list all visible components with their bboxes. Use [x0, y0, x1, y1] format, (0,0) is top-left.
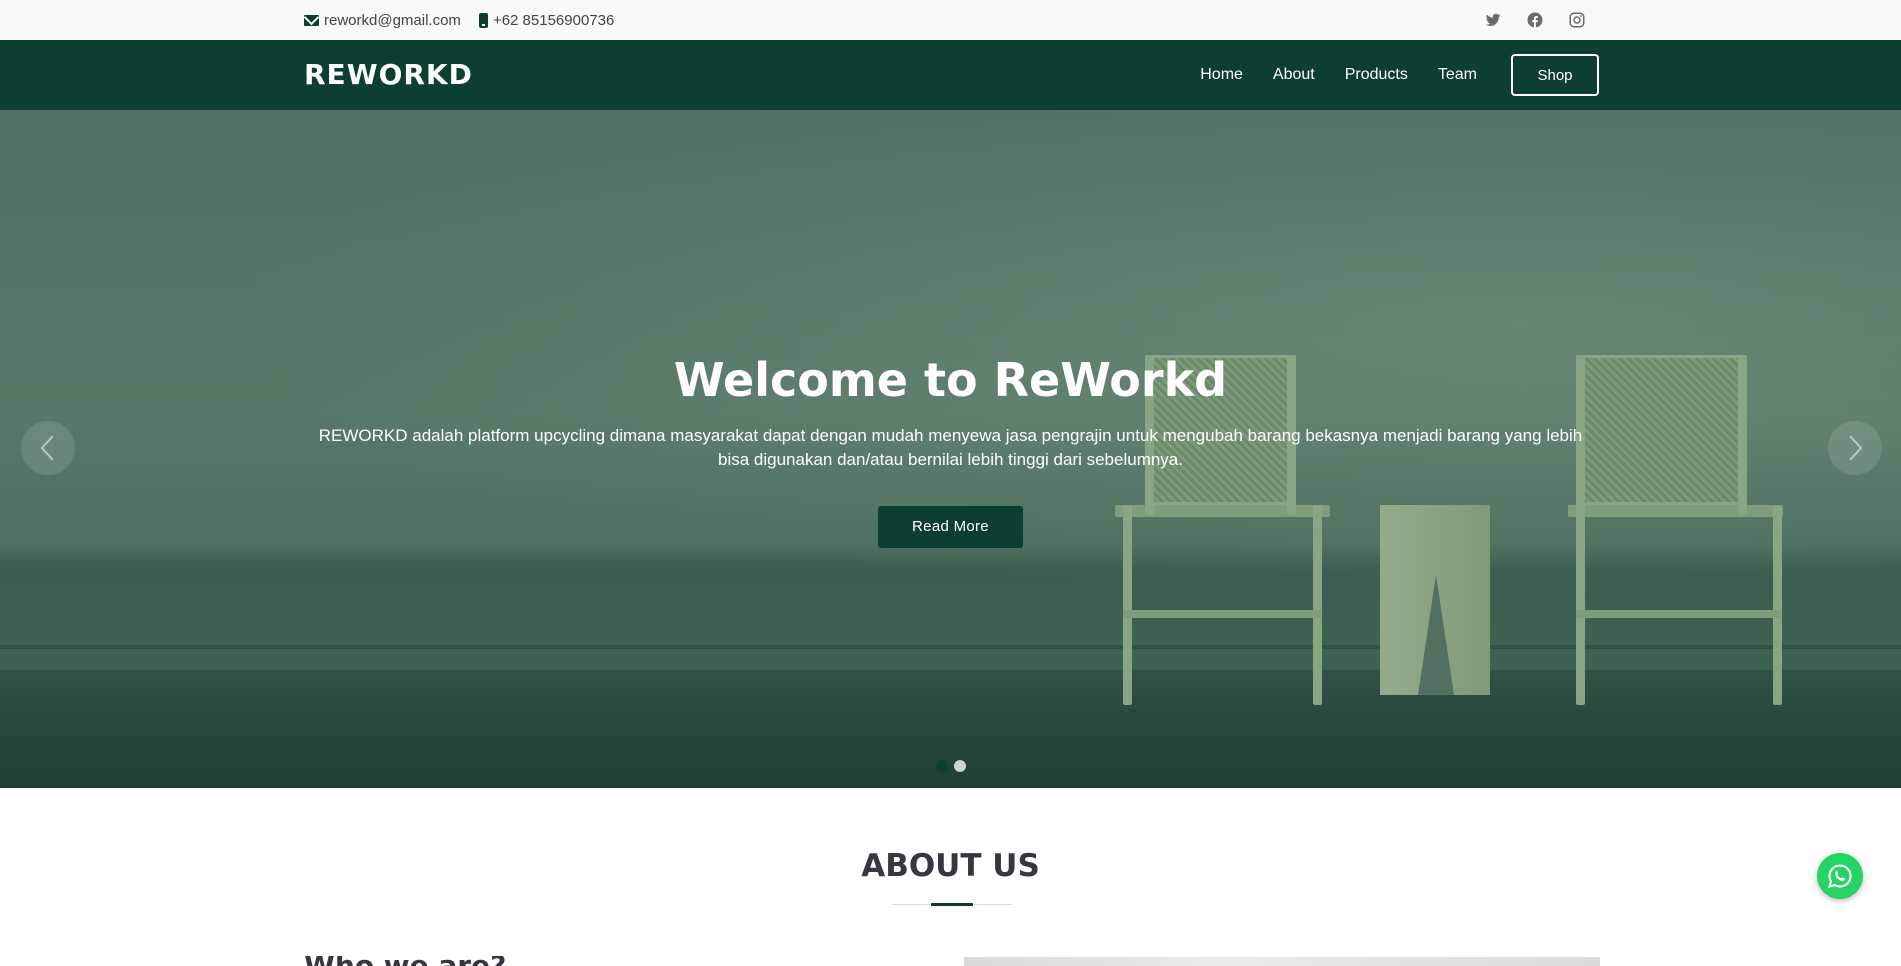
mail-icon: [304, 14, 319, 26]
email-text[interactable]: reworkd@gmail.com: [324, 12, 461, 29]
nav-about[interactable]: About: [1273, 54, 1315, 96]
top-bar: reworkd@gmail.com +62 85156900736: [0, 0, 1901, 40]
main-header: REWORKD Home About Products Team Shop: [0, 40, 1901, 110]
whatsapp-icon: [1827, 864, 1852, 888]
about-section-title: ABOUT US: [861, 848, 1040, 884]
about-heading: Who we are?: [304, 956, 506, 966]
carousel-indicators: [936, 760, 966, 772]
hero-caption: Welcome to ReWorkd REWORKD adalah platfo…: [304, 350, 1597, 548]
carousel-indicator-1[interactable]: [936, 760, 948, 772]
instagram-icon[interactable]: [1568, 11, 1586, 29]
chevron-left-icon: [40, 435, 54, 461]
title-divider-accent: [931, 903, 973, 906]
email-contact[interactable]: reworkd@gmail.com: [304, 12, 461, 29]
site-logo[interactable]: REWORKD: [304, 55, 473, 95]
twitter-icon[interactable]: [1484, 11, 1502, 29]
hero-carousel: Welcome to ReWorkd REWORKD adalah platfo…: [0, 110, 1901, 788]
nav-home[interactable]: Home: [1200, 54, 1243, 96]
nav-products[interactable]: Products: [1345, 54, 1408, 96]
contact-info: reworkd@gmail.com +62 85156900736: [304, 0, 614, 40]
social-links: [1484, 0, 1586, 40]
carousel-prev-button[interactable]: [21, 421, 75, 475]
nav-team[interactable]: Team: [1438, 54, 1477, 96]
shop-button[interactable]: Shop: [1511, 54, 1599, 96]
hero-title: Welcome to ReWorkd: [673, 353, 1228, 407]
carousel-indicator-2[interactable]: [954, 760, 966, 772]
phone-icon: [478, 12, 488, 28]
chevron-right-icon: [1849, 435, 1863, 461]
whatsapp-button[interactable]: [1817, 853, 1863, 899]
facebook-icon[interactable]: [1526, 11, 1544, 29]
chair-image-right: [1568, 355, 1788, 705]
about-image: [964, 957, 1600, 966]
main-nav: Home About Products Team Shop: [1200, 54, 1599, 96]
phone-text[interactable]: +62 85156900736: [493, 12, 614, 29]
phone-contact[interactable]: +62 85156900736: [478, 12, 614, 29]
read-more-button[interactable]: Read More: [878, 506, 1023, 548]
hero-description: REWORKD adalah platform upcycling dimana…: [318, 426, 1583, 469]
carousel-next-button[interactable]: [1828, 421, 1882, 475]
